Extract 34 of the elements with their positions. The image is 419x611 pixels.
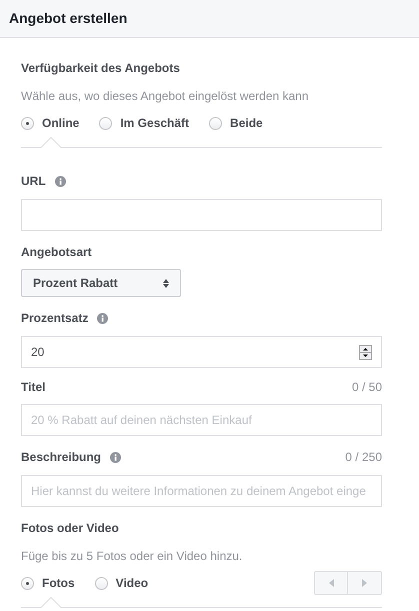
info-icon	[97, 312, 108, 324]
number-input-field[interactable]: 20	[21, 336, 382, 368]
dropdown[interactable]: Prozent Rabatt	[21, 269, 181, 297]
input-field[interactable]: 20 % Rabatt auf deinen nächsten Einkauf	[21, 404, 382, 436]
info-icon	[110, 452, 122, 462]
character-counter: 0 / 250	[345, 449, 382, 466]
radio-button[interactable]	[209, 116, 222, 130]
radio-label: Beide	[230, 115, 263, 132]
radio-button[interactable]	[21, 116, 34, 130]
field-label: Titel	[21, 379, 46, 396]
radio-label: Online	[42, 115, 80, 132]
radio-label: Fotos	[42, 575, 75, 592]
character-counter: 0 / 50	[352, 379, 382, 396]
input-field[interactable]	[21, 199, 382, 231]
section-hint: Wähle aus, wo dieses Angebot eingelöst werden kann	[21, 88, 310, 105]
radio-button[interactable]	[99, 116, 112, 130]
field-label: Angebotsart	[21, 244, 92, 261]
radio-label: Video	[116, 575, 148, 592]
input-field[interactable]: Hier kannst du weitere Informationen zu deinem Angebot einge	[21, 475, 382, 507]
field-label: Prozentsatz	[21, 310, 88, 327]
radio-button[interactable]	[94, 576, 108, 590]
right-triangle-icon	[362, 579, 367, 587]
radio-label: Im Geschäft	[120, 115, 190, 132]
left-triangle-icon	[328, 579, 334, 587]
section-title: Verfügbarkeit des Angebots	[21, 60, 181, 77]
spinner-icon[interactable]	[359, 344, 372, 360]
field-label: URL	[21, 173, 46, 190]
sort-caret-icon	[163, 278, 169, 288]
section-hint: Füge bis zu 5 Fotos oder ein Video hinzu.	[21, 548, 244, 565]
info-icon	[54, 176, 66, 186]
panel-title: Angebot erstellen	[9, 9, 128, 28]
field-label: Beschreibung	[21, 449, 102, 466]
section-title: Fotos oder Video	[21, 520, 120, 537]
radio-button[interactable]	[21, 576, 34, 590]
